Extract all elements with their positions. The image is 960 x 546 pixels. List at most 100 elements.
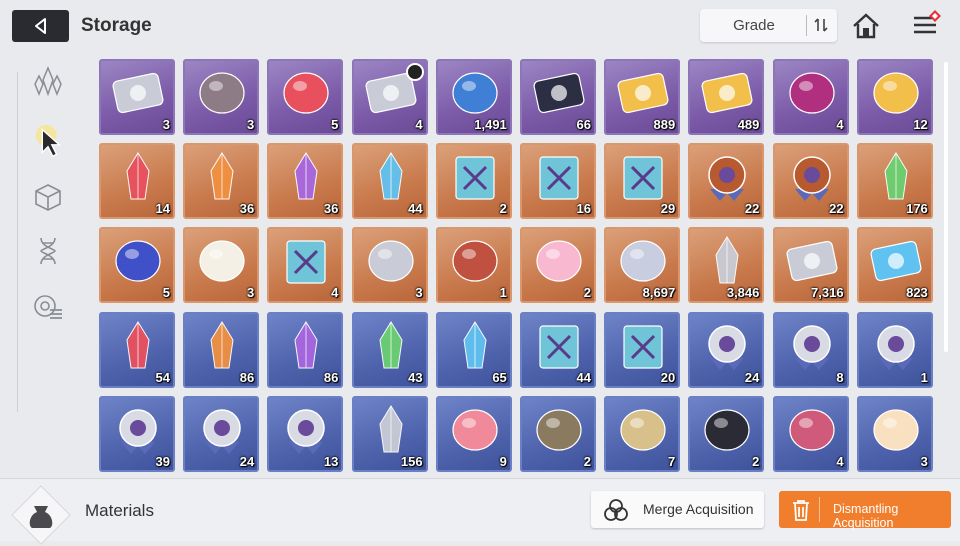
item-count: 16 [576,201,591,217]
inventory-item[interactable]: 36 [267,143,344,220]
item-count: 2 [583,285,591,301]
purple-crystal-icon [294,152,318,200]
inventory-item[interactable]: 65 [435,311,512,388]
cake-icon [452,409,498,451]
inventory-item[interactable]: 489 [688,59,765,135]
item-count: 3 [415,285,423,301]
inventory-item[interactable]: 66 [520,59,596,135]
silver-gun-icon [367,240,414,282]
purple-shard-icon [294,320,318,369]
inventory-item[interactable]: 176 [856,143,933,220]
inventory-item[interactable]: 2 [688,395,765,472]
inventory-item[interactable]: 2 [520,395,596,472]
back-button[interactable] [12,10,69,42]
sidebar-tab-cube[interactable] [29,178,67,216]
gold-pouch-icon [620,409,666,451]
sidebar-tab-dna[interactable] [29,232,67,270]
inventory-item[interactable]: 24 [183,395,260,472]
item-count: 65 [492,369,507,385]
inventory-item[interactable]: 16 [520,143,596,220]
inventory-item[interactable]: 86 [267,311,344,388]
book-x-icon [455,156,495,200]
inventory-item[interactable]: 8 [772,311,849,388]
inventory-item[interactable]: 44 [351,143,428,220]
item-count: 5 [331,117,339,132]
inventory-item[interactable]: 5 [267,59,344,135]
gold-feather-icon [873,72,919,114]
inventory-item[interactable]: 39 [99,395,175,472]
inventory-item[interactable]: 889 [604,59,681,135]
gems-icon [34,66,62,96]
menu-icon[interactable] [910,9,942,39]
inventory-item[interactable]: 86 [183,311,260,388]
inventory-item[interactable]: 5 [99,227,175,304]
home-icon[interactable] [851,12,881,40]
inventory-item[interactable]: 9 [435,395,512,472]
inventory-item[interactable]: 7,316 [772,227,849,304]
sidebar-tab-gems[interactable] [29,62,67,100]
inventory-item[interactable]: 3 [183,59,260,135]
inventory-item[interactable]: 54 [99,311,175,388]
item-count: 3 [246,285,255,301]
inventory-item[interactable]: 8,697 [604,227,681,304]
inventory-item[interactable]: 43 [351,311,428,388]
inventory-item[interactable]: 823 [856,227,933,304]
inventory-item[interactable]: 4 [772,59,849,135]
inventory-item[interactable]: 7 [604,395,681,472]
inventory-item[interactable]: 36 [183,143,260,220]
gold-ticket-icon [617,72,669,114]
card-ticket-icon [112,72,164,114]
item-count: 22 [744,201,760,217]
inventory-item[interactable]: 12 [856,59,933,135]
inventory-item[interactable]: 1,491 [435,59,512,135]
trash-icon [793,500,809,521]
merge-acquisition-button[interactable]: Merge Acquisition [591,491,764,528]
inventory-item[interactable]: 1 [435,227,512,304]
inventory-item[interactable]: 22 [772,143,849,220]
inventory-item[interactable]: 14 [99,143,175,220]
blue-cube-icon [115,240,161,282]
inventory-item[interactable]: 4 [351,59,428,135]
blue-crystal-icon [379,152,403,200]
item-count: 1 [499,285,507,301]
inventory-item[interactable]: 2 [520,227,596,304]
medal-gear-b-icon [792,156,831,202]
sidebar-tab-materials[interactable] [29,122,67,160]
silver-medal-icon [708,324,747,370]
inventory-item[interactable]: 29 [604,143,681,220]
inventory-item[interactable]: 156 [351,395,428,472]
sidebar-tab-gear-list[interactable] [29,288,67,326]
item-count: 54 [155,369,170,385]
inventory-item[interactable]: 4 [772,395,849,472]
inventory-item[interactable]: 24 [688,311,765,388]
silver-badge-b-icon [203,409,241,454]
dismantling-acquisition-button[interactable]: Dismantling Acquisition [779,491,951,530]
inventory-item[interactable]: 3 [99,59,175,135]
inventory-item[interactable]: 13 [267,395,344,472]
item-count: 8 [836,369,844,385]
guitar-pick-icon [536,240,582,282]
item-count: 8,697 [642,285,676,301]
inventory-item[interactable]: 3 [856,395,933,472]
inventory-item[interactable]: 2 [435,143,512,220]
inventory-item[interactable]: 3,846 [688,227,765,304]
green-shard-icon [379,320,403,369]
inventory-item[interactable]: 20 [604,311,681,388]
red-ore-icon [283,72,329,114]
item-count: 3 [162,117,170,132]
back-arrow-icon [34,18,46,34]
inventory-item[interactable]: 22 [688,143,765,220]
silver-medal-b-icon [792,324,831,370]
sort-dropdown[interactable]: Grade [700,9,837,42]
inventory-item[interactable]: 4 [267,227,344,304]
inventory-item[interactable]: 3 [351,227,428,304]
inventory-item[interactable]: 3 [183,227,260,304]
silver-medal-c-icon [877,324,915,370]
red-crystal-icon [126,152,150,200]
inventory-item[interactable]: 44 [520,311,596,388]
inventory-item[interactable]: 1 [856,311,933,388]
blue-ticket-icon [870,241,922,282]
item-count: 86 [239,369,255,385]
scrollbar[interactable] [944,62,948,352]
sort-order-icon[interactable] [812,16,830,34]
